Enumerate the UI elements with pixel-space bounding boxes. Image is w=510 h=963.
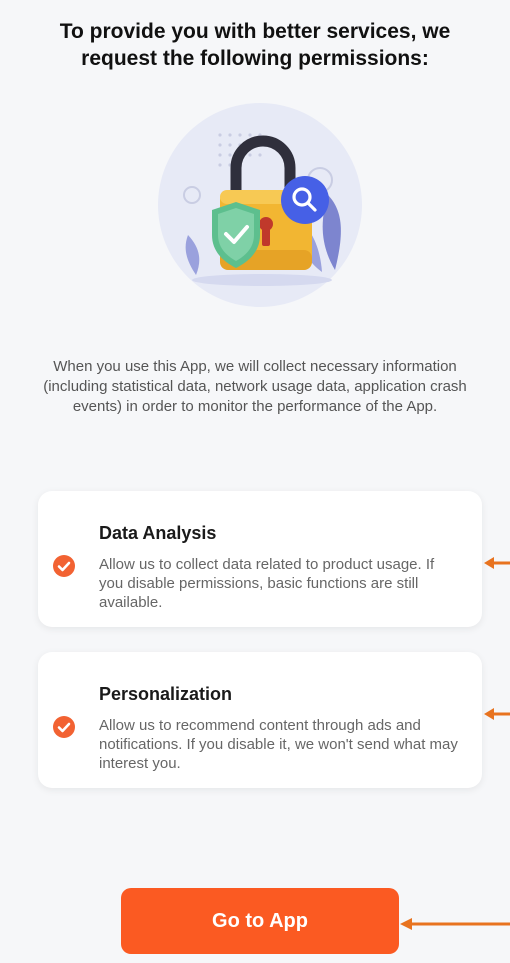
permission-card-personalization[interactable]: Personalization Allow us to recommend co… (38, 652, 482, 788)
padlock-icon (158, 103, 362, 307)
go-to-app-button[interactable]: Go to App (121, 888, 399, 954)
arrow-left-icon (484, 557, 510, 569)
permission-title: Data Analysis (99, 523, 217, 543)
arrow-left-icon (484, 708, 510, 720)
arrow-left-icon (400, 918, 510, 930)
check-circle-icon[interactable] (53, 716, 75, 738)
permission-text: Allow us to collect data related to prod… (99, 556, 435, 611)
privacy-illustration (150, 100, 370, 320)
permission-card-data-analysis[interactable]: Data Analysis Allow us to collect data r… (38, 491, 482, 627)
page-title: To provide you with better services, we … (59, 20, 451, 70)
check-circle-icon[interactable] (53, 555, 75, 577)
permission-title: Personalization (99, 684, 233, 704)
permission-screen: To provide you with better services, we … (0, 0, 510, 963)
magnifier-icon (281, 176, 329, 224)
permission-description: When you use this App, we will collect n… (43, 358, 467, 415)
permission-text: Allow us to recommend content through ad… (99, 717, 458, 772)
